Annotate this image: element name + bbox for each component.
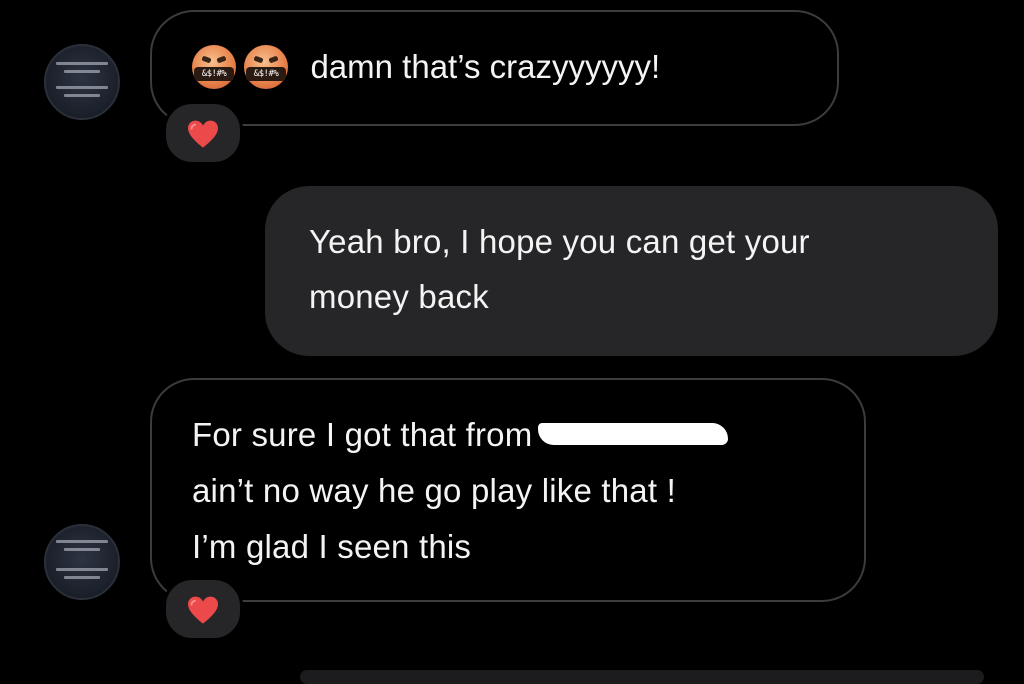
message-bubble-partial[interactable] [300,670,984,684]
reaction-heart[interactable] [163,101,243,165]
angry-face-with-symbols-icon: &$!#% [244,45,288,89]
heart-icon [188,596,218,624]
message-bubble-outgoing[interactable]: Yeah bro, I hope you can get your money … [265,186,998,356]
redaction-mark [538,423,729,446]
angry-face-with-symbols-icon: &$!#% [192,45,236,89]
message-text-line: I’m glad I seen this [192,528,472,565]
avatar[interactable] [44,524,120,600]
heart-icon [188,120,218,148]
message-text-line: ain’t no way he go play like that ! [192,472,676,509]
avatar[interactable] [44,44,120,120]
message-bubble-incoming[interactable]: &$!#% &$!#% damn that’s crazyyyyyy! [150,10,839,126]
message-text-line: money back [309,278,489,315]
message-text: damn that’s crazyyyyyy! [310,48,661,85]
message-bubble-incoming[interactable]: For sure I got that from ain’t no way he… [150,378,866,602]
message-text-line: For sure I got that from [192,416,533,453]
message-text-line: Yeah bro, I hope you can get your [309,223,810,260]
reaction-heart[interactable] [163,577,243,641]
